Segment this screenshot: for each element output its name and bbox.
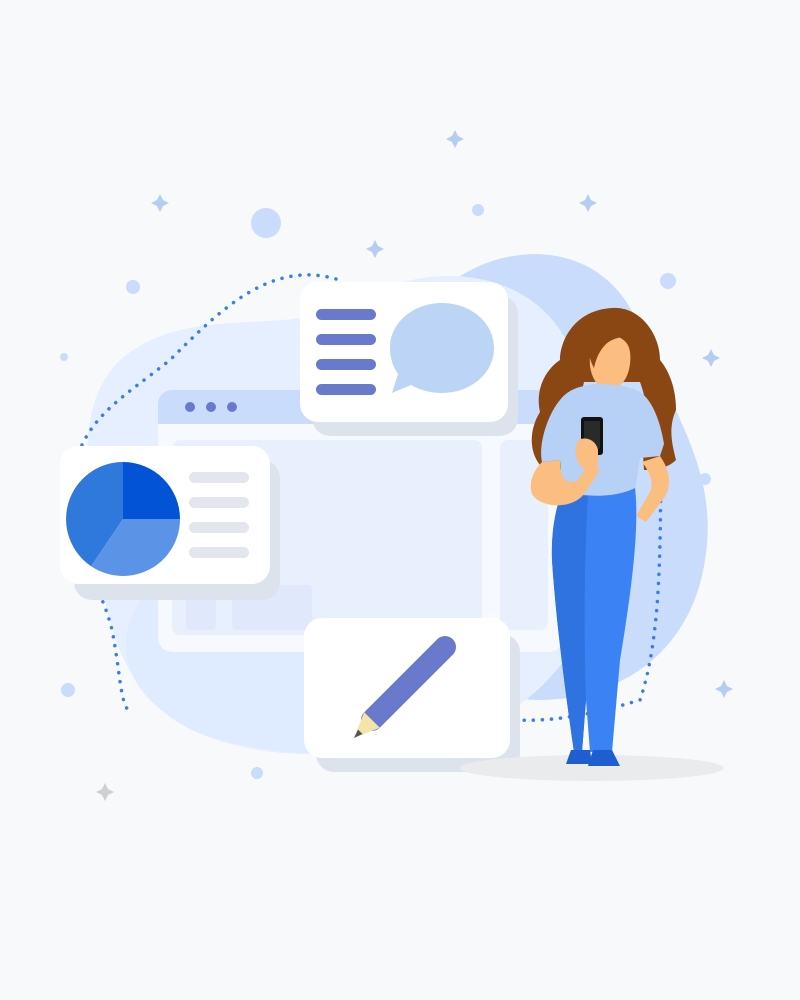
- window-dot: [227, 402, 237, 412]
- shoe-left: [566, 750, 592, 764]
- pie-card: [60, 446, 280, 600]
- window-dot: [206, 402, 216, 412]
- sparkle-icon: [579, 194, 597, 212]
- sparkle-icon: [702, 349, 720, 367]
- sparkle-icon: [151, 194, 169, 212]
- decor-dot: [61, 683, 75, 697]
- decor-dot: [660, 273, 676, 289]
- decor-dot: [251, 208, 281, 238]
- illustration-canvas: [60, 130, 733, 801]
- decor-dot: [472, 204, 484, 216]
- pencil-card: [304, 618, 520, 772]
- pie-chart-icon: [66, 462, 180, 576]
- decor-dot: [126, 280, 140, 294]
- decor-dot: [251, 767, 263, 779]
- decor-dot: [60, 353, 68, 361]
- sparkle-icon: [446, 130, 464, 148]
- shoe-right: [588, 750, 620, 766]
- window-dot: [185, 402, 195, 412]
- sparkle-icon: [715, 680, 733, 698]
- chat-bubble-icon: [390, 303, 494, 393]
- sparkle-icon: [366, 240, 384, 258]
- sparkle-icon: [96, 783, 114, 801]
- decor-dot: [699, 473, 711, 485]
- chat-card: [300, 282, 518, 436]
